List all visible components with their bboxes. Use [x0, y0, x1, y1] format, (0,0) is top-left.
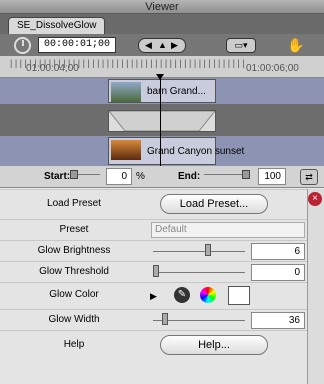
start-slider[interactable]: [70, 170, 100, 179]
glow-width-slider[interactable]: [153, 313, 245, 325]
row-glow-threshold: Glow Threshold 0: [0, 261, 307, 282]
row-preset: Preset Default: [0, 219, 307, 240]
rewind-icon[interactable]: ◀: [145, 39, 152, 52]
play-icon[interactable]: ▲: [158, 39, 167, 52]
start-slider-knob[interactable]: [70, 170, 78, 179]
glow-brightness-field[interactable]: 6: [251, 243, 305, 260]
percent-label: %: [136, 171, 145, 182]
transition-block[interactable]: [107, 110, 217, 132]
transition-range-bar: Start: 0 % End: 100 ⇄: [0, 166, 324, 188]
color-wheel-icon[interactable]: [200, 287, 216, 303]
end-field[interactable]: 100: [258, 168, 286, 185]
glow-brightness-slider[interactable]: [153, 244, 245, 256]
glow-brightness-label: Glow Brightness: [37, 245, 111, 256]
glow-threshold-field[interactable]: 0: [251, 264, 305, 281]
transition-shape: [107, 110, 217, 132]
timecode-field[interactable]: 00:00:01;00: [38, 37, 116, 53]
tab-se-dissolveglow[interactable]: SE_DissolveGlow: [8, 17, 106, 34]
forward-icon[interactable]: ▶: [171, 39, 178, 52]
help-button[interactable]: Help...: [160, 335, 268, 355]
row-glow-width: Glow Width 36: [0, 309, 307, 330]
help-label: Help: [63, 339, 85, 350]
row-help: Help Help...: [0, 330, 307, 360]
clip-b-label: Grand Canyon sunset: [147, 146, 245, 157]
eyedropper-icon[interactable]: ✎: [174, 287, 190, 303]
parameters-scrollbar[interactable]: [307, 189, 324, 384]
glow-width-field[interactable]: 36: [251, 312, 305, 329]
clip-b[interactable]: Grand Canyon sunset: [108, 137, 244, 165]
ruler-right-timecode: 01:00:06;00: [246, 63, 299, 74]
hand-icon[interactable]: ✋: [286, 36, 306, 54]
disclosure-triangle-icon[interactable]: ▶: [150, 291, 157, 302]
glow-color-swatch[interactable]: [228, 286, 250, 305]
window-title: Viewer: [0, 0, 324, 14]
preset-field[interactable]: Default: [151, 222, 305, 238]
end-slider-knob[interactable]: [242, 170, 250, 179]
parameters-panel: Load Preset Load Preset... Preset Defaul…: [0, 189, 307, 384]
swap-button[interactable]: ⇄: [300, 169, 318, 185]
load-preset-label: Load Preset: [47, 198, 101, 209]
start-label: Start:: [44, 171, 71, 182]
toolbar: 00:00:01;00 ◀ ▲ ▶ ▭▾ ✋: [0, 34, 324, 56]
row-glow-brightness: Glow Brightness 6: [0, 240, 307, 261]
playback-segment-control[interactable]: ◀ ▲ ▶: [138, 38, 186, 53]
end-slider[interactable]: [204, 170, 250, 179]
close-icon[interactable]: ×: [308, 192, 322, 206]
load-preset-button[interactable]: Load Preset...: [160, 194, 268, 214]
glow-color-label: Glow Color: [49, 289, 99, 300]
glow-threshold-knob[interactable]: [153, 265, 159, 277]
row-glow-color: Glow Color ▶ ✎: [0, 282, 307, 309]
end-label: End:: [178, 171, 201, 182]
start-field[interactable]: 0: [106, 168, 132, 185]
glow-brightness-knob[interactable]: [205, 244, 211, 256]
tab-strip: SE_DissolveGlow: [0, 14, 324, 34]
transition-track: [0, 104, 324, 136]
clip-track-a: barn Grand...: [0, 78, 324, 104]
clip-a-thumbnail: [111, 82, 141, 102]
glow-threshold-slider[interactable]: [153, 265, 245, 277]
clip-a[interactable]: barn Grand...: [108, 79, 216, 103]
row-load-preset: Load Preset Load Preset...: [0, 189, 307, 219]
ruler-left-timecode: 01:00:04;00: [26, 63, 79, 74]
clip-b-thumbnail: [111, 140, 141, 160]
clip-a-label: barn Grand...: [147, 86, 206, 97]
glow-threshold-label: Glow Threshold: [39, 266, 109, 277]
glow-width-label: Glow Width: [48, 314, 100, 325]
clip-track-b: Grand Canyon sunset: [0, 136, 324, 166]
glow-width-knob[interactable]: [162, 313, 168, 325]
stopwatch-icon[interactable]: [14, 37, 31, 54]
playhead[interactable]: [156, 74, 164, 166]
monitor-icon[interactable]: ▭▾: [226, 38, 256, 53]
preset-label: Preset: [59, 224, 89, 235]
